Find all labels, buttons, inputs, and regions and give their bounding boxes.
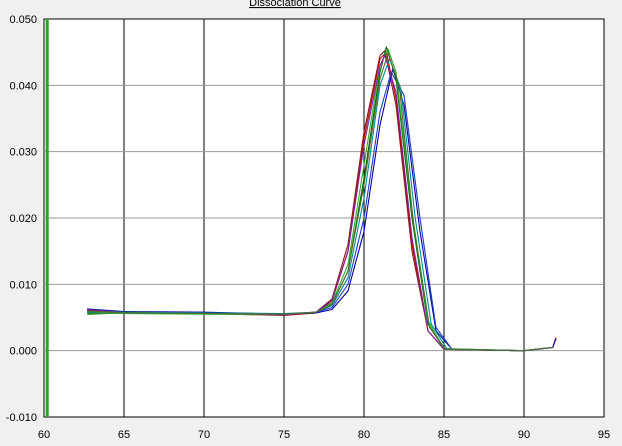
y-tick-label: 0.050 (9, 14, 37, 26)
x-tick-label: 75 (278, 429, 290, 441)
y-tick-label: 0.040 (9, 80, 37, 92)
y-tick-label: 0.010 (9, 279, 37, 291)
y-tick-label: 0.020 (9, 213, 37, 225)
y-tick-label: -0.010 (6, 412, 37, 424)
dissociation-curve-chart: Dissociation Curve 60 65 70 75 80 85 90 95 -0.01… (6, 0, 610, 441)
chart-title: Dissociation Curve (249, 0, 341, 9)
y-tick-label: 0.030 (9, 147, 37, 159)
x-tick-label: 85 (438, 429, 450, 441)
x-tick-label: 65 (118, 429, 130, 441)
x-tick-label: 70 (198, 429, 210, 441)
x-tick-label: 90 (518, 429, 530, 441)
x-tick-label: 80 (358, 429, 370, 441)
x-tick-label: 95 (598, 429, 610, 441)
x-tick-label: 60 (38, 429, 50, 441)
y-tick-label: 0.000 (9, 346, 37, 358)
